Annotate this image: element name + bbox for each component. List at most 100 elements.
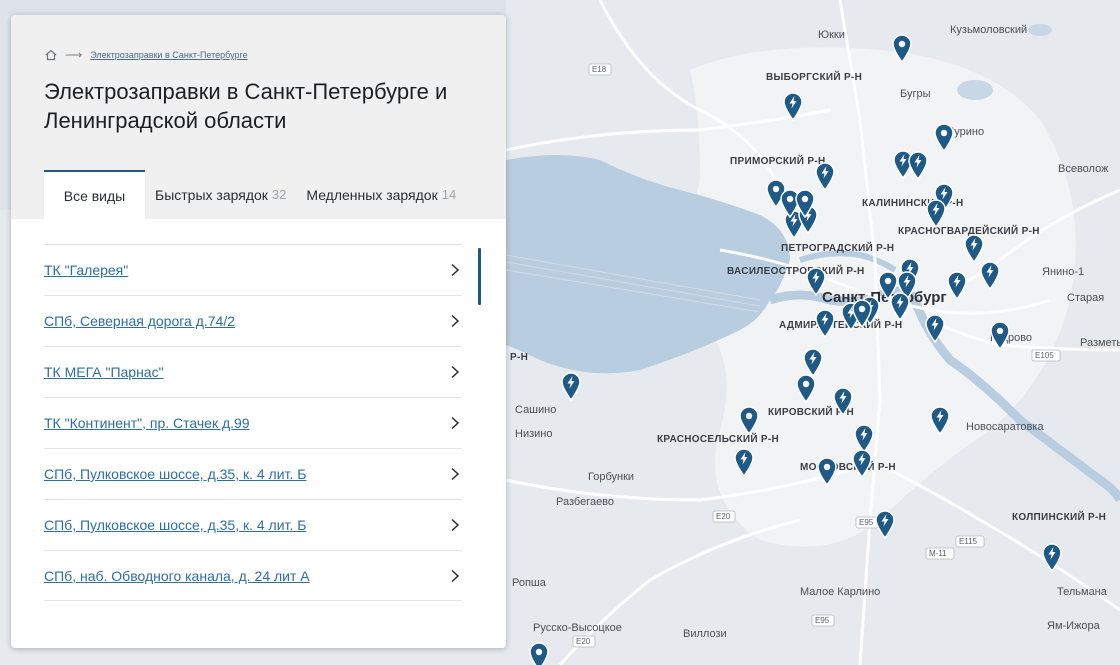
breadcrumb-link[interactable]: Электрозаправки в Санкт-Петербурге <box>90 50 247 60</box>
place-label: Ропша <box>512 577 547 589</box>
list-item[interactable]: ТК "Континент", пр. Стачек д.99 <box>44 397 462 448</box>
list-item-link[interactable]: ТК "Континент", пр. Стачек д.99 <box>44 415 250 431</box>
svg-text:E115: E115 <box>959 537 978 546</box>
list-item[interactable]: ТК МЕГА "Парнас" <box>44 346 462 397</box>
tab-count: 32 <box>271 187 287 202</box>
district-label: КРАСНОСЕЛЬСКИЙ Р-Н <box>657 432 779 445</box>
chevron-right-icon <box>451 365 460 379</box>
charging-station-marker[interactable] <box>794 188 816 218</box>
charging-station-marker[interactable] <box>946 270 968 300</box>
place-label: Янино-1 <box>1042 266 1084 278</box>
list-scrollbar[interactable] <box>478 248 481 305</box>
district-label: ВАСИЛЕОСТРОВСКИЙ Р-Н <box>727 264 865 277</box>
place-label: Тельмана <box>1057 586 1108 598</box>
place-label: Всеволож <box>1058 163 1109 175</box>
charging-station-marker[interactable] <box>816 456 838 486</box>
charging-station-marker[interactable] <box>963 233 985 263</box>
road-e18-badge: E18 <box>588 63 612 76</box>
place-label: Старая <box>1067 292 1104 304</box>
charging-station-marker[interactable] <box>874 509 896 539</box>
road-e95-badge-2: E95 <box>811 614 835 627</box>
svg-text:E18: E18 <box>592 65 607 74</box>
tab-all-types[interactable]: Все виды <box>44 170 145 219</box>
charging-station-marker[interactable] <box>907 150 929 180</box>
road-m11-badge: M-11 <box>925 547 955 560</box>
place-label: Низино <box>515 428 552 440</box>
list-item-link[interactable]: СПб, наб. Обводного канала, д. 24 лит А <box>44 568 310 584</box>
chevron-right-icon <box>451 518 460 532</box>
charging-station-marker[interactable] <box>877 270 899 300</box>
list-item[interactable]: СПб, Пулковское шоссе, д.35, к. 4 лит. Б <box>44 448 462 499</box>
svg-text:E20: E20 <box>576 637 591 646</box>
district-label: Р-Н <box>510 352 528 363</box>
tab-slow-charging[interactable]: Медленных зарядок 14 <box>296 170 466 219</box>
list-item[interactable]: СПб, Северная дорога д.74/2 <box>44 295 462 346</box>
svg-text:M-11: M-11 <box>929 549 947 558</box>
place-label: Сашино <box>515 404 556 416</box>
stations-list: ТК "Галерея" СПб, Северная дорога д.74/2… <box>44 244 462 601</box>
district-label: МОСКОВСКИЙ Р-Н <box>800 460 896 473</box>
list-item[interactable]: СПб, наб. Обводного канала, д. 24 лит А <box>44 550 462 601</box>
charging-station-marker[interactable] <box>805 266 827 296</box>
chevron-right-icon <box>451 416 460 430</box>
charging-station-marker[interactable] <box>795 373 817 403</box>
chevron-right-icon <box>451 263 460 277</box>
district-label: ПРИМОРСКИЙ Р-Н <box>730 154 825 167</box>
charging-station-marker[interactable] <box>933 122 955 152</box>
svg-text:E20: E20 <box>716 512 731 521</box>
panel-header: ⟶ Электрозаправки в Санкт-Петербурге Эле… <box>11 15 506 219</box>
breadcrumb: ⟶ Электрозаправки в Санкт-Петербурге <box>45 49 248 61</box>
charging-station-marker[interactable] <box>851 448 873 478</box>
svg-text:E105: E105 <box>1035 351 1054 360</box>
place-label: Разметь <box>1080 337 1120 349</box>
tab-label: Быстрых зарядок <box>155 186 268 203</box>
tab-count: 14 <box>441 187 457 202</box>
list-item-link[interactable]: СПб, Пулковское шоссе, д.35, к. 4 лит. Б <box>44 517 306 533</box>
charging-station-marker[interactable] <box>560 371 582 401</box>
place-label: Горбунки <box>588 471 634 483</box>
charging-station-marker[interactable] <box>924 313 946 343</box>
list-item-link[interactable]: СПб, Пулковское шоссе, д.35, к. 4 лит. Б <box>44 466 306 482</box>
place-label: Кузьмоловский <box>950 24 1027 36</box>
charging-station-marker[interactable] <box>851 298 873 328</box>
charging-station-marker[interactable] <box>989 320 1011 350</box>
place-label: Разбегаево <box>556 496 614 508</box>
stations-panel: ⟶ Электрозаправки в Санкт-Петербурге Эле… <box>11 15 506 648</box>
charging-station-marker[interactable] <box>528 641 550 665</box>
charging-station-marker[interactable] <box>832 386 854 416</box>
tab-fast-charging[interactable]: Быстрых зарядок 32 <box>145 170 296 219</box>
charging-station-marker[interactable] <box>979 260 1001 290</box>
district-label: ВЫБОРГСКИЙ Р-Н <box>766 70 862 83</box>
charging-station-marker[interactable] <box>733 447 755 477</box>
svg-text:E95: E95 <box>815 616 830 625</box>
charging-station-marker[interactable] <box>925 198 947 228</box>
place-label: Малое Карлино <box>800 586 880 598</box>
home-icon[interactable] <box>45 49 57 61</box>
list-item-link[interactable]: ТК "Галерея" <box>44 262 128 278</box>
place-label: Юкки <box>818 29 845 41</box>
charging-station-marker[interactable] <box>814 308 836 338</box>
road-e105-badge: E105 <box>1031 349 1061 362</box>
list-item[interactable]: ТК "Галерея" <box>44 244 462 295</box>
charging-station-marker[interactable] <box>782 91 804 121</box>
page-title: Электрозаправки в Санкт-Петербурге и Лен… <box>44 79 448 133</box>
list-item[interactable]: СПб, Пулковское шоссе, д.35, к. 4 лит. Б <box>44 499 462 550</box>
charging-station-marker[interactable] <box>929 405 951 435</box>
district-label: КОЛПИНСКИЙ Р-Н <box>1012 510 1106 523</box>
road-e115-badge: E115 <box>955 535 985 548</box>
charging-station-marker[interactable] <box>891 33 913 63</box>
tab-label: Все виды <box>63 187 126 204</box>
chevron-right-icon <box>451 467 460 481</box>
charging-station-marker[interactable] <box>814 161 836 191</box>
list-item-link[interactable]: ТК МЕГА "Парнас" <box>44 364 164 380</box>
road-e20-badge-2: E20 <box>572 635 596 648</box>
place-label: Ям-Ижора <box>1047 620 1101 632</box>
arrow-right-icon: ⟶ <box>65 48 83 62</box>
place-label: Виллози <box>683 628 727 640</box>
place-label: Новосаратовка <box>966 421 1044 433</box>
district-label: ПЕТРОГРАДСКИЙ Р-Н <box>781 241 894 254</box>
charging-station-marker[interactable] <box>738 405 760 435</box>
road-e20-badge: E20 <box>712 510 736 523</box>
list-item-link[interactable]: СПб, Северная дорога д.74/2 <box>44 313 235 329</box>
charging-station-marker[interactable] <box>1041 542 1063 572</box>
